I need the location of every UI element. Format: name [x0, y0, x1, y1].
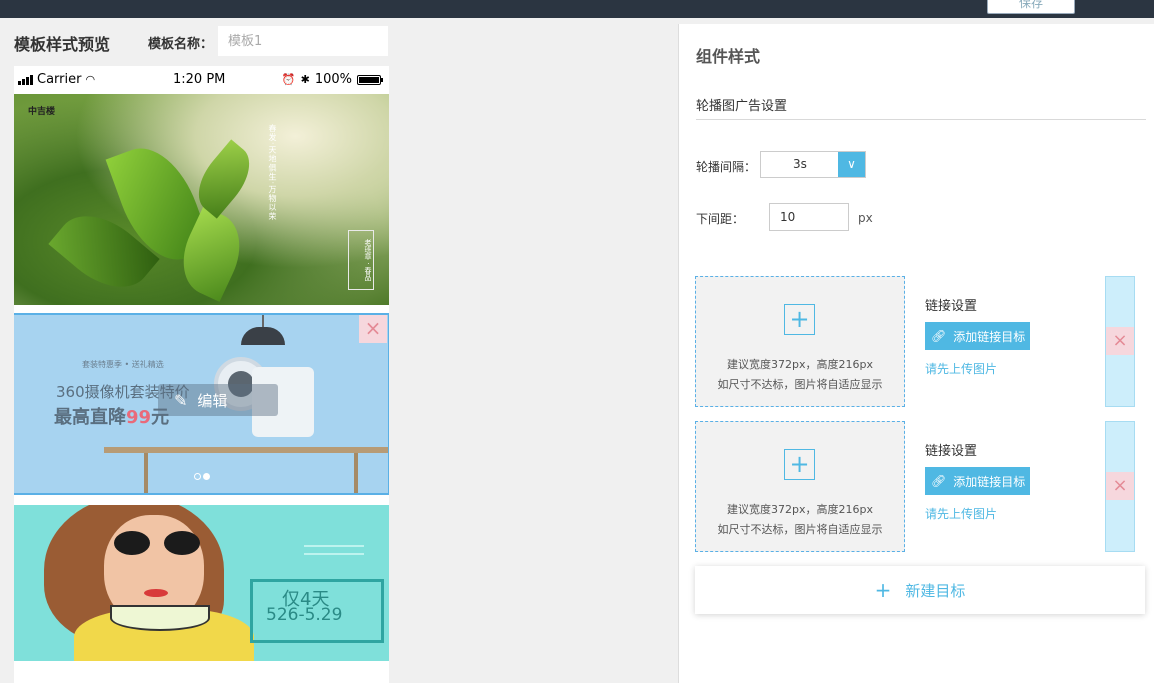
image-upload-area[interactable]: + 建议宽度372px，高度216px 如尺寸不达标，图片将自适应显示 [695, 421, 905, 552]
preview-title: 模板样式预览 [14, 35, 111, 54]
upload-hint-adapt: 如尺寸不达标，图片将自适应显示 [717, 523, 883, 536]
banner-image-tea: 中吉楼 春发·天地俱生·万物以荣 老班章 · 春品 [14, 94, 389, 306]
plus-icon[interactable]: + [784, 449, 815, 480]
card-side-bar: × [1105, 276, 1135, 407]
signal-icon [18, 74, 33, 85]
section-divider [696, 119, 1146, 120]
banner-item-card: + 建议宽度372px，高度216px 如尺寸不达标，图片将自适应显示 链接设置… [695, 276, 1135, 407]
upload-first-link[interactable]: 请先上传图片 [925, 360, 997, 377]
margin-label: 下间距： [696, 212, 745, 226]
battery-percent: 100% [314, 72, 352, 87]
margin-unit: px [858, 211, 873, 225]
wifi-icon: ◠ [85, 73, 96, 86]
alarm-icon: ⏰ [281, 73, 296, 86]
carrier-label: Carrier [37, 72, 82, 87]
component-style-panel: 组件样式 轮播图广告设置 轮播间隔： 3s ∨ 下间距： px + 建议宽度37… [678, 24, 1154, 683]
link-settings: 链接设置 🔗︎ 添加链接目标 请先上传图片 [905, 276, 1105, 407]
banner-poem: 春发·天地俱生·万物以荣 [268, 124, 277, 222]
banner-close-button[interactable]: × [359, 315, 387, 343]
lamp-shape [241, 327, 285, 345]
chevron-down-icon[interactable]: ∨ [838, 152, 865, 177]
upload-hint-size: 建议宽度372px，高度216px [727, 503, 873, 516]
banner-item-card: + 建议宽度372px，高度216px 如尺寸不达标，图片将自适应显示 链接设置… [695, 421, 1135, 552]
banner-stamp: 老班章 · 春品 [348, 230, 374, 290]
delete-card-button[interactable]: × [1106, 327, 1134, 355]
interval-select[interactable]: 3s ∨ [760, 151, 866, 178]
interval-value: 3s [793, 157, 807, 171]
banner-image-camera[interactable]: 套装特惠季 • 送礼精选 360摄像机套装特价 最高直降99元 ✎ 编辑 × [14, 313, 389, 495]
card-side-bar: × [1105, 421, 1135, 552]
add-link-label: 添加链接目标 [953, 474, 1026, 489]
phone-preview: Carrier ◠ 1:20 PM ⏰ ✱ 100% 中吉楼 春发·天地俱生·万… [14, 66, 389, 683]
link-settings-title: 链接设置 [925, 299, 978, 314]
new-target-button[interactable]: + 新建目标 [695, 566, 1145, 614]
model-lips [144, 589, 168, 597]
status-time: 1:20 PM [173, 72, 226, 87]
interval-label: 轮播间隔： [696, 160, 757, 174]
link-settings-title: 链接设置 [925, 444, 978, 459]
price-prefix: 最高直降 [54, 407, 126, 428]
carousel-dots [194, 473, 210, 480]
image-upload-area[interactable]: + 建议宽度372px，高度216px 如尺寸不达标，图片将自适应显示 [695, 276, 905, 407]
banner-logo: 中吉楼 [28, 107, 56, 117]
banner-price-line: 最高直降99元 [54, 403, 169, 429]
edit-button[interactable]: ✎ 编辑 [158, 384, 278, 416]
add-link-button[interactable]: 🔗︎ 添加链接目标 [925, 322, 1030, 350]
margin-input[interactable] [769, 203, 849, 231]
sunglasses-shape [114, 531, 210, 557]
plus-icon: + [874, 578, 892, 602]
link-settings: 链接设置 🔗︎ 添加链接目标 请先上传图片 [905, 421, 1105, 552]
new-target-label: 新建目标 [905, 581, 966, 600]
price-value: 99 [126, 407, 152, 428]
link-icon: 🔗︎ [931, 474, 947, 488]
template-name-input[interactable] [218, 26, 388, 56]
phone-status-bar: Carrier ◠ 1:20 PM ⏰ ✱ 100% [14, 66, 389, 94]
link-icon: 🔗︎ [931, 329, 947, 343]
wave-decoration [304, 545, 364, 551]
upload-hint-adapt: 如尺寸不达标，图片将自适应显示 [717, 378, 883, 391]
wave-decoration [304, 553, 364, 559]
banner-image-fashion: 仅4天 526-5.29 [14, 505, 389, 661]
panel-title: 组件样式 [696, 47, 761, 66]
add-link-label: 添加链接目标 [953, 329, 1026, 344]
pencil-icon: ✎ [174, 390, 188, 410]
delete-card-button[interactable]: × [1106, 472, 1134, 500]
battery-icon [357, 74, 383, 85]
promo-line2: 526-5.29 [266, 605, 343, 625]
table-leg [354, 453, 358, 493]
template-name-label: 模板名称： [148, 37, 214, 52]
model-collar [110, 605, 210, 631]
table-leg [144, 453, 148, 493]
add-link-button[interactable]: 🔗︎ 添加链接目标 [925, 467, 1030, 495]
upload-first-link[interactable]: 请先上传图片 [925, 505, 997, 522]
section-title: 轮播图广告设置 [696, 99, 788, 114]
upload-hint-size: 建议宽度372px，高度216px [727, 358, 873, 371]
save-button[interactable]: 保存 [987, 0, 1075, 14]
banner-subline: 套装特惠季 • 送礼精选 [82, 360, 164, 369]
edit-label: 编辑 [197, 391, 228, 410]
carousel-dot-active [203, 473, 210, 480]
top-bar: 保存 [0, 0, 1154, 18]
carousel-dot [194, 473, 201, 480]
bluetooth-icon: ✱ [300, 73, 310, 86]
plus-icon[interactable]: + [784, 304, 815, 335]
